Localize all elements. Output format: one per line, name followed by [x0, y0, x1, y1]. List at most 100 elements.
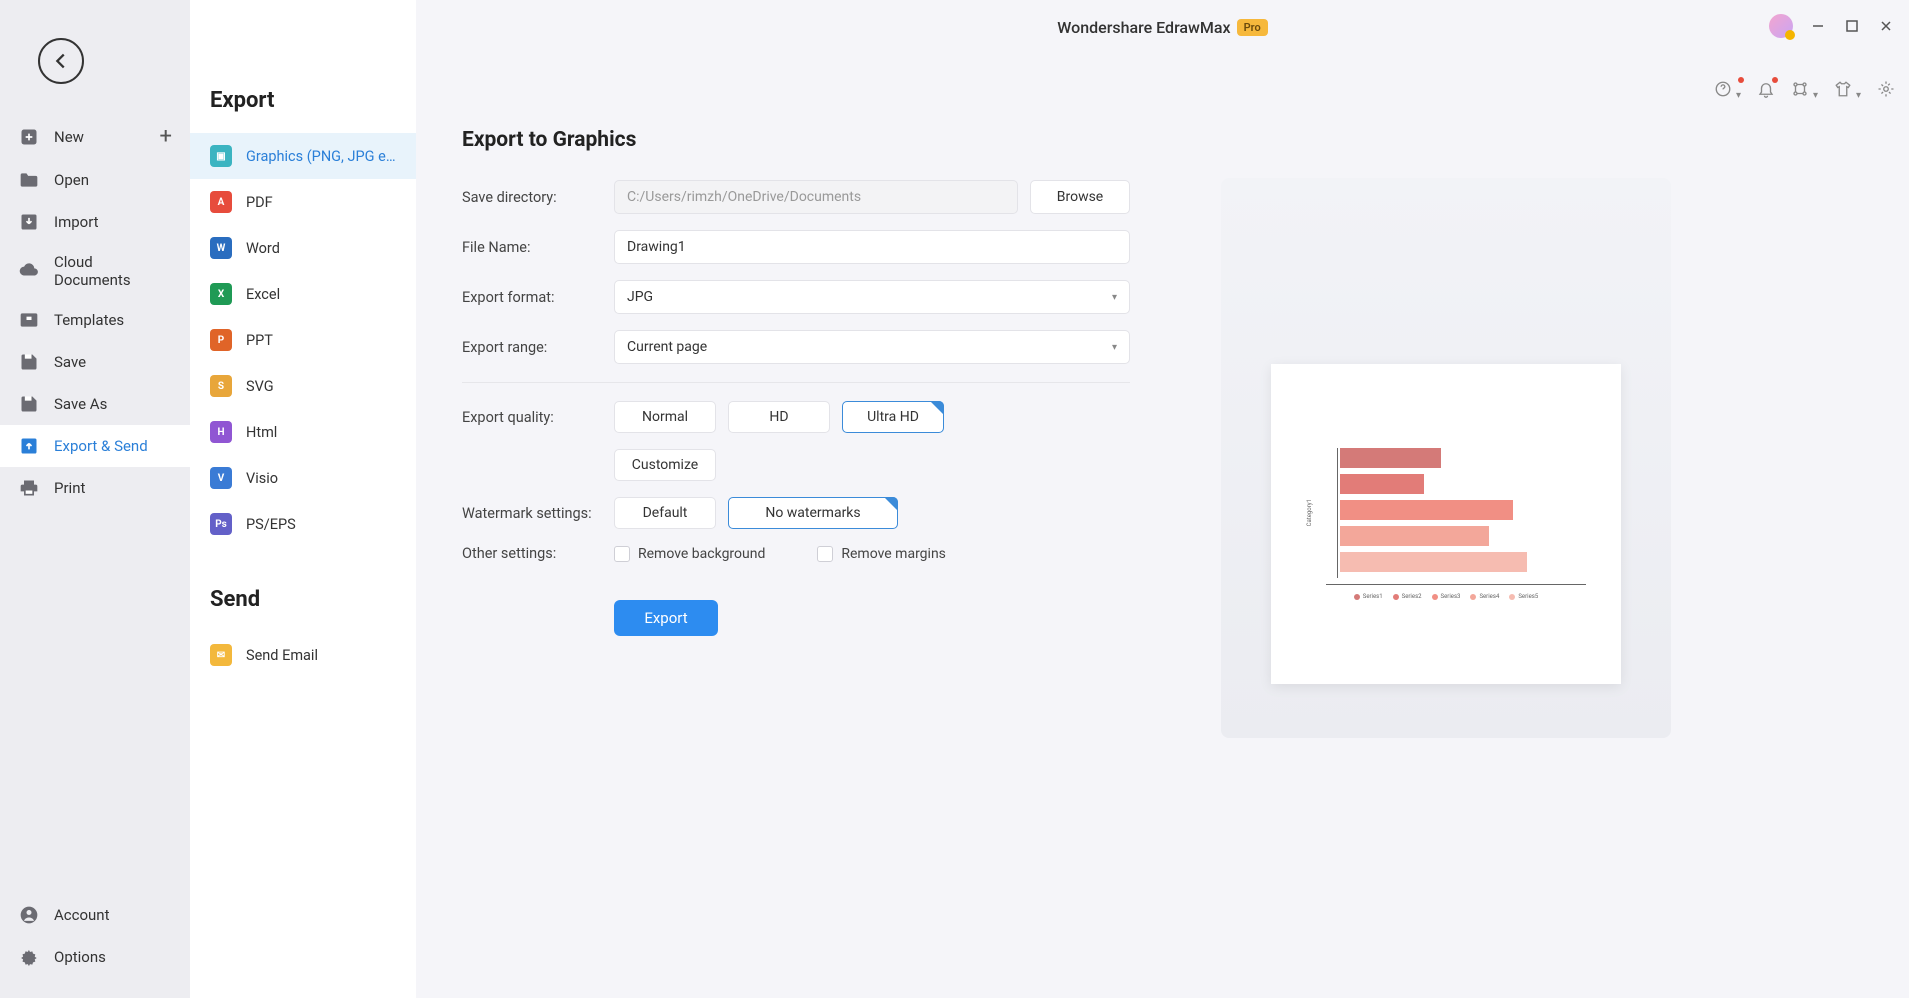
folder-icon [18, 169, 40, 191]
print-icon [18, 477, 40, 499]
browse-button[interactable]: Browse [1030, 180, 1130, 214]
sub-word[interactable]: W Word [190, 225, 416, 271]
sub-html[interactable]: H Html [190, 409, 416, 455]
filename-input[interactable] [614, 230, 1130, 264]
sub-excel[interactable]: X Excel [190, 271, 416, 317]
chart-ylabel: Category1 [1306, 499, 1313, 526]
visio-icon: V [210, 467, 232, 489]
preview-chart: Category1 Series1Series2Series3Series4Se… [1306, 448, 1586, 600]
quality-label: Export quality: [462, 409, 614, 426]
preview-slot: Category1 Series1Series2Series3Series4Se… [1221, 178, 1671, 738]
sub-svg[interactable]: S SVG [190, 363, 416, 409]
sub-ppt[interactable]: P PPT [190, 317, 416, 363]
legend-item: Series2 [1393, 593, 1422, 600]
shortcuts-icon[interactable]: ▾ [1791, 80, 1818, 102]
settings-icon[interactable] [1877, 80, 1895, 102]
chevron-down-icon: ▾ [1112, 342, 1117, 353]
ppt-icon: P [210, 329, 232, 351]
nav-export-send[interactable]: Export & Send [0, 425, 190, 467]
row-other: Other settings: Remove background Remove… [462, 545, 1130, 562]
nav-cloud[interactable]: Cloud Documents [0, 243, 190, 299]
nav-label: Export & Send [54, 437, 148, 455]
nav-bottom: Account Options [0, 894, 190, 998]
watermark-default[interactable]: Default [614, 497, 716, 529]
back-button[interactable] [38, 38, 84, 84]
remove-margins-label: Remove margins [841, 546, 946, 562]
nav-import[interactable]: Import [0, 201, 190, 243]
nav-templates[interactable]: Templates [0, 299, 190, 341]
chart-legend: Series1 Series2 Series3 Series4 Series5 [1306, 593, 1586, 600]
chart-bar [1340, 448, 1441, 468]
sub-visio[interactable]: V Visio [190, 455, 416, 501]
quality-hd[interactable]: HD [728, 401, 830, 433]
nav-label: Options [54, 948, 106, 966]
chevron-down-icon: ▾ [1112, 292, 1117, 303]
range-label: Export range: [462, 339, 614, 356]
sub-send-email[interactable]: ✉ Send Email [190, 632, 416, 678]
ps-icon: Ps [210, 513, 232, 535]
form-heading: Export to Graphics [462, 128, 1130, 152]
shirt-icon[interactable]: ▾ [1834, 80, 1861, 102]
chart-bars [1337, 448, 1527, 578]
row-filename: File Name: [462, 230, 1130, 264]
legend-item: Series4 [1470, 593, 1499, 600]
svg-icon: S [210, 375, 232, 397]
chart-bar [1340, 474, 1424, 494]
format-label: Export format: [462, 289, 614, 306]
sub-graphics[interactable]: ▣ Graphics (PNG, JPG et... [190, 133, 416, 179]
save-dir-label: Save directory: [462, 189, 614, 206]
nav-save-as[interactable]: Save As [0, 383, 190, 425]
row-range: Export range: Current page ▾ [462, 330, 1130, 364]
save-as-icon [18, 393, 40, 415]
sub-ps[interactable]: Ps PS/EPS [190, 501, 416, 547]
app-title: Wondershare EdrawMax [1057, 18, 1230, 37]
bell-icon[interactable] [1757, 80, 1775, 102]
cloud-icon [18, 260, 40, 282]
sub-label: PDF [246, 194, 396, 211]
nav-open[interactable]: Open [0, 159, 190, 201]
quality-customize[interactable]: Customize [614, 449, 716, 481]
sub-pdf[interactable]: A PDF [190, 179, 416, 225]
image-icon: ▣ [210, 145, 232, 167]
sub-label: PPT [246, 332, 396, 349]
watermark-none[interactable]: No watermarks [728, 497, 898, 529]
nav-label: Templates [54, 311, 124, 329]
format-select[interactable]: JPG ▾ [614, 280, 1130, 314]
plus-icon[interactable]: + [160, 124, 172, 149]
minimize-button[interactable] [1809, 17, 1827, 35]
close-button[interactable] [1877, 17, 1895, 35]
templates-icon [18, 309, 40, 331]
save-dir-input[interactable] [614, 180, 1018, 214]
export-button[interactable]: Export [614, 600, 718, 636]
quality-normal[interactable]: Normal [614, 401, 716, 433]
legend-item: Series5 [1509, 593, 1538, 600]
nav-label: Open [54, 171, 89, 189]
export-form: Export to Graphics Save directory: Brows… [416, 0, 1176, 998]
remove-bg-checkbox[interactable]: Remove background [614, 546, 765, 562]
sub-label: Graphics (PNG, JPG et... [246, 148, 396, 165]
html-icon: H [210, 421, 232, 443]
nav-print[interactable]: Print [0, 467, 190, 509]
nav-options[interactable]: Options [0, 936, 190, 978]
range-select[interactable]: Current page ▾ [614, 330, 1130, 364]
sub-label: Send Email [246, 647, 396, 664]
sidebar-main: New + Open Import Cloud Documents Templa… [0, 0, 190, 998]
nav-account[interactable]: Account [0, 894, 190, 936]
nav-label: New [54, 128, 84, 146]
remove-margins-checkbox[interactable]: Remove margins [817, 546, 946, 562]
nav-save[interactable]: Save [0, 341, 190, 383]
gear-icon [18, 946, 40, 968]
help-icon[interactable]: ▾ [1714, 80, 1741, 102]
quality-ultra[interactable]: Ultra HD [842, 401, 944, 433]
nav-new[interactable]: New + [0, 114, 190, 159]
row-quality-customize: Customize [462, 449, 1130, 481]
legend-item: Series3 [1432, 593, 1461, 600]
excel-icon: X [210, 283, 232, 305]
avatar-icon[interactable] [1769, 14, 1793, 38]
legend-item: Series1 [1354, 593, 1383, 600]
row-save-dir: Save directory: Browse [462, 180, 1130, 214]
save-icon [18, 351, 40, 373]
checkbox-icon [614, 546, 630, 562]
maximize-button[interactable] [1843, 17, 1861, 35]
titlebar: Wondershare EdrawMax Pro [416, 0, 1909, 54]
